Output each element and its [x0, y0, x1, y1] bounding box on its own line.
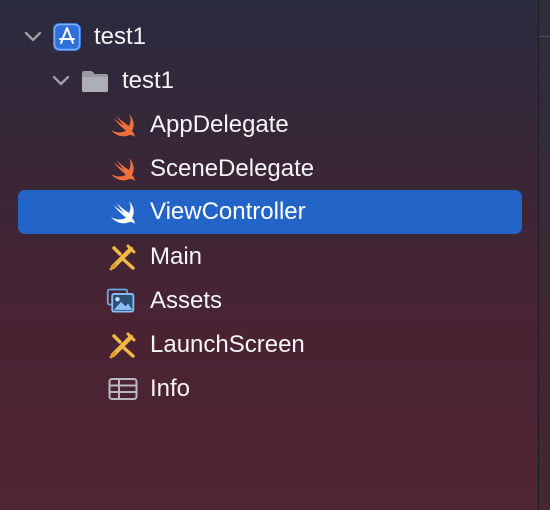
- tree-row-label: test1: [122, 67, 175, 94]
- tree-row-file[interactable]: LaunchScreen: [18, 323, 522, 367]
- tree-row-file[interactable]: Info: [18, 367, 522, 411]
- app-project-icon: [52, 22, 82, 52]
- storyboard-icon: [108, 330, 138, 360]
- tree-row-label: LaunchScreen: [150, 331, 305, 358]
- storyboard-icon: [108, 242, 138, 272]
- project-navigator: test1 test1 AppDelegate SceneDelegate Vi…: [0, 0, 538, 510]
- tree-row-file-selected[interactable]: ViewController: [18, 190, 522, 234]
- tree-row-file[interactable]: Assets: [18, 279, 522, 323]
- swift-icon: [108, 154, 138, 184]
- swift-icon: [108, 197, 138, 227]
- tree-row-label: Info: [150, 375, 191, 402]
- tree-row-project[interactable]: test1: [18, 15, 522, 59]
- tree-row-file[interactable]: SceneDelegate: [18, 147, 522, 191]
- tree-row-label: Main: [150, 243, 203, 270]
- folder-icon: [80, 66, 110, 96]
- tree-row-group[interactable]: test1: [18, 59, 522, 103]
- tree-row-label: AppDelegate: [150, 111, 289, 138]
- tree-row-file[interactable]: AppDelegate: [18, 103, 522, 147]
- tree-row-label: ViewController: [150, 198, 306, 225]
- chevron-down-icon[interactable]: [51, 71, 71, 91]
- pane-divider[interactable]: [538, 0, 550, 510]
- tree-row-file[interactable]: Main: [18, 235, 522, 279]
- tree-row-label: Assets: [150, 287, 223, 314]
- asset-catalog-icon: [106, 286, 136, 316]
- tree-row-label: test1: [94, 23, 147, 50]
- plist-icon: [108, 374, 138, 404]
- swift-icon: [108, 110, 138, 140]
- chevron-down-icon[interactable]: [23, 27, 43, 47]
- tree-row-label: SceneDelegate: [150, 155, 315, 182]
